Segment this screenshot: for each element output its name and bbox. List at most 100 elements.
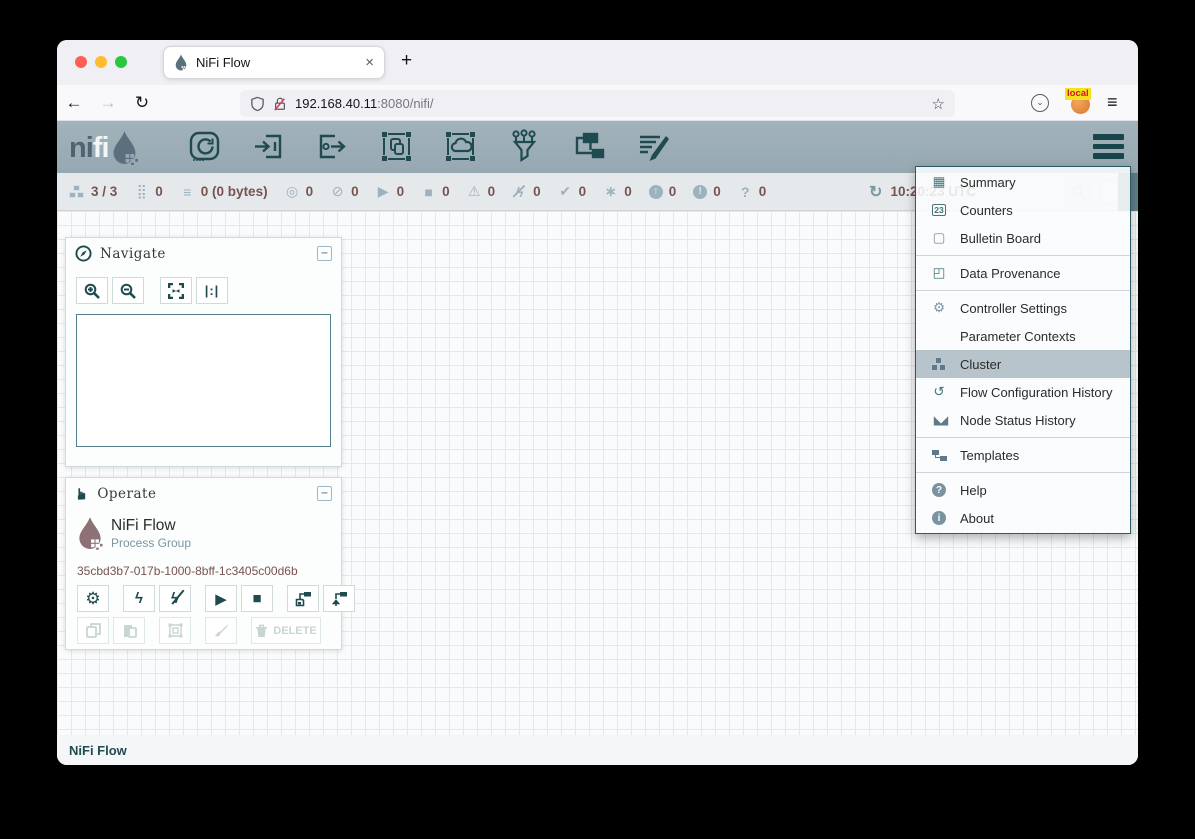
status-item: ✔0 [558,183,587,200]
back-icon[interactable]: ← [57,93,91,113]
zoom-out-button[interactable] [112,277,144,304]
output-port-icon[interactable] [314,128,352,166]
breadcrumb[interactable]: NiFi Flow [69,743,127,758]
status-item: ∗0 [603,183,632,200]
menu-item-label: Data Provenance [960,266,1060,281]
reload-icon[interactable]: ↻ [125,93,159,113]
menu-item-counters[interactable]: 23Counters [916,196,1130,224]
refresh-icon[interactable]: ↻ [869,182,882,202]
zoom-fit-button[interactable] [160,277,192,304]
active-threads-icon: ⣿ [134,183,149,200]
help-icon: ? [928,483,950,497]
transmitting-icon: ◎ [285,183,300,200]
operate-collapse-button[interactable]: – [317,486,332,501]
menu-item-node-status-history[interactable]: ◣◢ Node Status History [916,406,1130,434]
menu-item-label: Help [960,483,987,498]
menu-item-label: Node Status History [960,413,1076,428]
zoom-in-button[interactable] [76,277,108,304]
input-port-icon[interactable] [250,128,288,166]
browser-window: NiFi Flow × + ← → ↻ 192.168.40.11:8080/n… [57,40,1138,765]
save-template-button[interactable] [287,585,319,612]
status-value: 0 [579,184,587,199]
menu-item-data-provenance[interactable]: ◰Data Provenance [916,259,1130,287]
configuration-button[interactable]: ⚙ [77,585,109,612]
node-status-history-icon: ◣◢ [928,413,950,427]
group-button [159,617,191,644]
status-value: 0 [759,184,767,199]
cluster-icon [69,185,85,199]
status-value: 0 [488,184,496,199]
menu-item-about[interactable]: i About [916,504,1130,532]
shield-icon[interactable] [250,96,265,112]
label-icon[interactable] [634,128,672,166]
paste-button [113,617,145,644]
bulletin-board-icon: ▢ [928,230,950,246]
menu-item-summary[interactable]: ▦Summary [916,168,1130,196]
operate-palette: ☛ Operate – NiFi Flow Process Group 35cb… [65,477,342,650]
close-window-button[interactable] [75,56,87,68]
process-group-icon[interactable] [378,128,416,166]
menu-item-label: Parameter Contexts [960,329,1076,344]
insecure-lock-icon[interactable] [273,96,287,112]
new-tab-button[interactable]: + [401,50,412,72]
status-item: ■0 [421,184,450,200]
menu-item-label: Controller Settings [960,301,1067,316]
navigate-collapse-button[interactable]: – [317,246,332,261]
close-tab-icon[interactable]: × [365,54,374,71]
menu-item-label: About [960,511,994,526]
pocket-icon[interactable]: ⌄ [1031,94,1049,112]
navigate-title: Navigate [100,246,309,262]
operate-buttons-row2: DELETE [77,617,321,644]
flow-configuration-history-icon: ↺ [928,384,950,400]
minimize-window-button[interactable] [95,56,107,68]
delete-label: DELETE [273,625,316,637]
enable-button[interactable]: ϟ [123,585,155,612]
url-bar[interactable]: 192.168.40.11:8080/nifi/ ☆ [240,90,955,117]
nifi-drop-icon [111,130,138,165]
nifi-favicon [174,54,188,71]
compass-icon [75,245,92,262]
processor-icon[interactable] [186,128,224,166]
firefox-menu-icon[interactable]: ≡ [1107,92,1118,113]
status-item: ⊘0 [330,183,359,200]
menu-item-templates[interactable]: Templates [916,441,1130,469]
zoom-window-button[interactable] [115,56,127,68]
status-item: ?0 [738,184,767,200]
browser-tab[interactable]: NiFi Flow × [163,46,385,79]
account-button[interactable]: local [1069,91,1093,115]
bookmark-star-icon[interactable]: ☆ [932,95,945,113]
menu-divider [916,290,1130,291]
copy-button [77,617,109,644]
upload-template-button[interactable] [323,585,355,612]
menu-divider [916,255,1130,256]
sync-failure-icon: ? [738,184,753,200]
nifi-logo: nifi [69,130,138,165]
birdseye-view[interactable] [76,314,331,447]
global-menu-button[interactable] [1093,134,1124,159]
menu-item-controller-settings[interactable]: ⚙Controller Settings [916,294,1130,322]
menu-item-label: Templates [960,448,1019,463]
selection-type: Process Group [111,536,191,550]
selection-id[interactable]: 35cbd3b7-017b-1000-8bff-1c3405c00d6b [77,564,298,578]
process-group-drop-icon [77,516,103,550]
template-icon[interactable] [570,128,608,166]
menu-item-parameter-contexts[interactable]: Parameter Contexts [916,322,1130,350]
account-badge: local [1065,88,1091,100]
zoom-actual-button[interactable]: |:| [196,277,228,304]
navigate-buttons: |:| [76,277,341,304]
stop-button[interactable]: ■ [241,585,273,612]
start-button[interactable]: ▶ [205,585,237,612]
menu-item-help[interactable]: ? Help [916,476,1130,504]
menu-divider [916,472,1130,473]
disable-button[interactable]: ϟ [159,585,191,612]
about-icon: i [928,511,950,525]
status-value: 0 [306,184,314,199]
menu-item-flow-configuration-history[interactable]: ↺Flow Configuration History [916,378,1130,406]
status-item: ▶0 [376,183,405,200]
funnel-icon[interactable] [506,128,544,166]
remote-process-group-icon[interactable] [442,128,480,166]
menu-item-cluster[interactable]: Cluster [916,350,1130,378]
tab-title: NiFi Flow [196,55,357,70]
menu-item-bulletin-board[interactable]: ▢Bulletin Board [916,224,1130,252]
templates-icon [928,449,950,462]
